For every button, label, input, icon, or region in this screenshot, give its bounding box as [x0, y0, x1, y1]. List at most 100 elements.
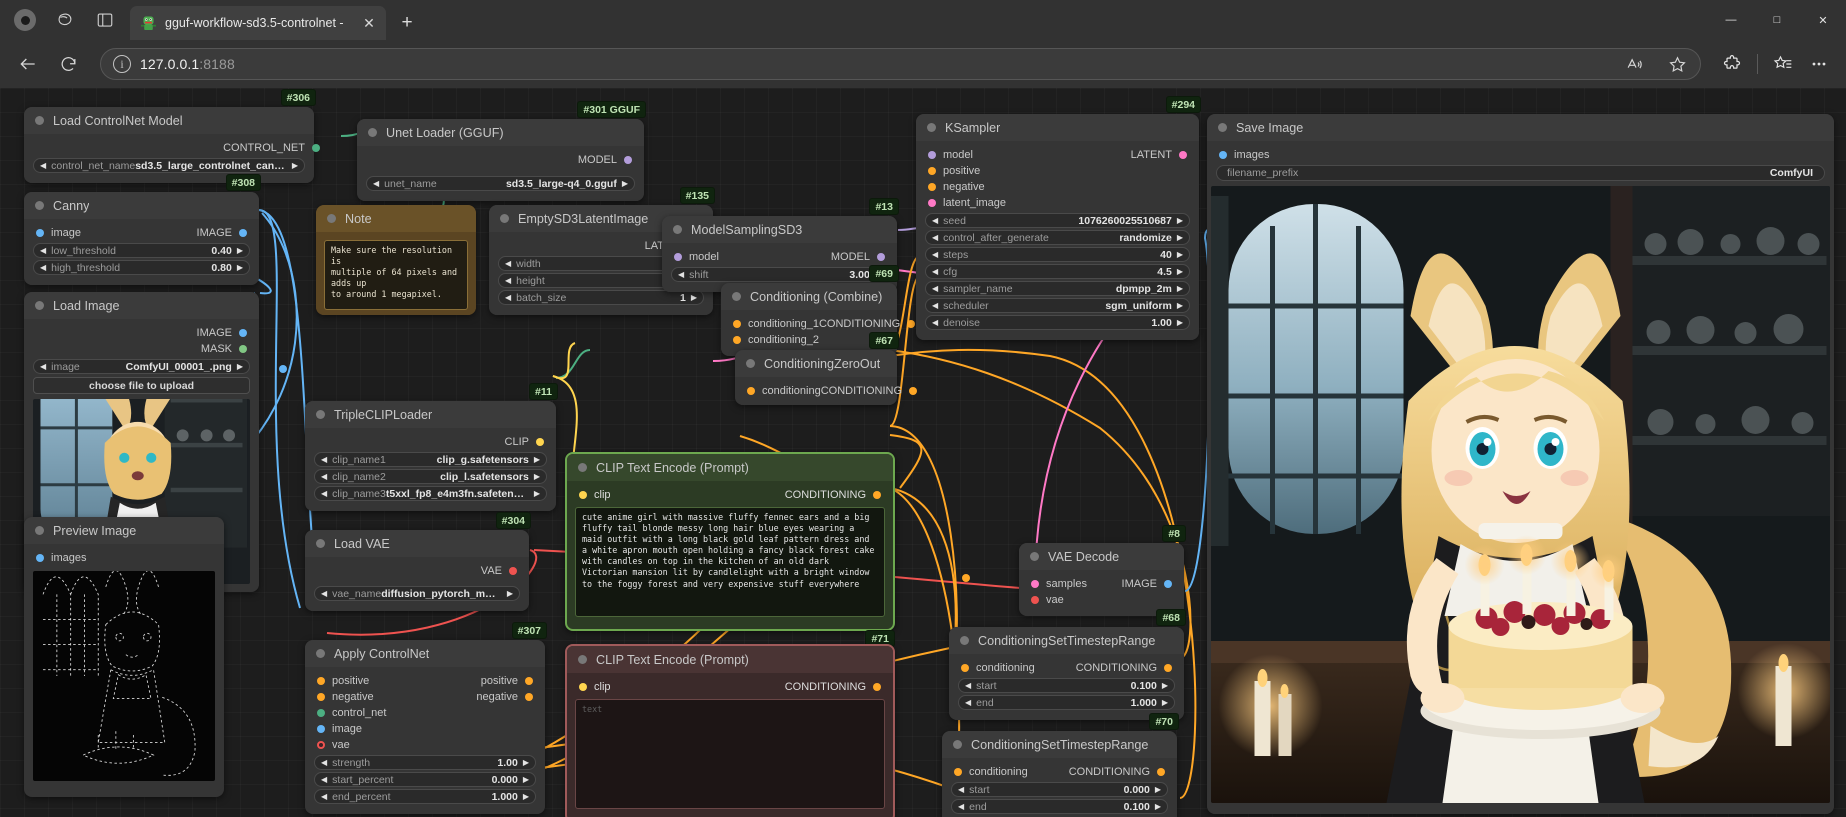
widget-cfg[interactable]: ◀ cfg 4.5 ▶: [925, 264, 1190, 279]
node-preview-image[interactable]: #309 Preview Image images: [24, 517, 224, 797]
collapse-dot-icon[interactable]: [500, 214, 509, 223]
widget-start[interactable]: ◀ start 0.000 ▶: [951, 782, 1168, 797]
widget-clip-name3[interactable]: ◀ clip_name3 t5xxl_fp8_e4m3fn.safetensor…: [314, 486, 547, 501]
node-header[interactable]: Load ControlNet Model: [24, 107, 314, 134]
node-save-image[interactable]: #305 Save Image images filename_prefix C…: [1207, 114, 1834, 814]
decrement-arrow-icon[interactable]: ◀: [932, 284, 938, 293]
increment-arrow-icon[interactable]: ▶: [1155, 802, 1161, 811]
increment-arrow-icon[interactable]: ▶: [1177, 233, 1183, 242]
decrement-arrow-icon[interactable]: ◀: [932, 267, 938, 276]
negative-input-port[interactable]: [317, 693, 325, 701]
positive-input-port[interactable]: [317, 677, 325, 685]
negative-prompt-textarea[interactable]: text: [575, 699, 885, 809]
decrement-arrow-icon[interactable]: ◀: [40, 161, 46, 170]
increment-arrow-icon[interactable]: ▶: [1155, 785, 1161, 794]
node-header[interactable]: TripleCLIPLoader: [305, 401, 556, 428]
decrement-arrow-icon[interactable]: ◀: [505, 293, 511, 302]
conditioning-output-port[interactable]: [873, 683, 881, 691]
collapse-dot-icon[interactable]: [578, 463, 587, 472]
widget-vae-name[interactable]: ◀ vae_name diffusion_pytorch_model.safe.…: [314, 586, 520, 601]
mask-output-port[interactable]: [239, 345, 247, 353]
settings-more-icon[interactable]: [1802, 48, 1836, 80]
decrement-arrow-icon[interactable]: ◀: [373, 179, 379, 188]
extensions-icon[interactable]: [1715, 48, 1749, 80]
node-header[interactable]: KSampler: [916, 114, 1199, 141]
conditioning-output-port[interactable]: [1164, 664, 1172, 672]
new-tab-button[interactable]: +: [392, 8, 422, 38]
decrement-arrow-icon[interactable]: ◀: [965, 681, 971, 690]
choose-file-to-upload-button[interactable]: choose file to upload: [33, 377, 250, 394]
decrement-arrow-icon[interactable]: ◀: [40, 362, 46, 371]
widget-image[interactable]: ◀ image ComfyUI_00001_.png ▶: [33, 359, 250, 374]
image-input-port[interactable]: [36, 229, 44, 237]
node-apply-controlnet[interactable]: #307 Apply ControlNet positive positive …: [305, 622, 547, 814]
widget-end[interactable]: ◀ end 1.000 ▶: [958, 695, 1175, 710]
image-output-port[interactable]: [1164, 580, 1172, 588]
increment-arrow-icon[interactable]: ▶: [534, 472, 540, 481]
collapse-dot-icon[interactable]: [673, 225, 682, 234]
node-header[interactable]: CLIP Text Encode (Prompt): [567, 454, 893, 481]
images-input-port[interactable]: [36, 554, 44, 562]
decrement-arrow-icon[interactable]: ◀: [321, 489, 327, 498]
collapse-dot-icon[interactable]: [316, 410, 325, 419]
node-header[interactable]: Note: [316, 205, 476, 232]
node-header[interactable]: Apply ControlNet: [305, 640, 545, 667]
conditioning-1-input-port[interactable]: [733, 320, 741, 328]
increment-arrow-icon[interactable]: ▶: [237, 263, 243, 272]
image-input-port[interactable]: [317, 725, 325, 733]
node-header[interactable]: Load VAE: [305, 530, 529, 557]
collections-icon[interactable]: [1766, 48, 1800, 80]
address-bar[interactable]: i 127.0.0.1:8188: [100, 48, 1701, 80]
node-conditioning-set-timestep-range-1[interactable]: #68 ConditioningSetTimestepRange conditi…: [949, 609, 1186, 720]
control-net-input-port[interactable]: [317, 709, 325, 717]
images-input-port[interactable]: [1219, 151, 1227, 159]
increment-arrow-icon[interactable]: ▶: [1177, 216, 1183, 225]
collapse-dot-icon[interactable]: [960, 636, 969, 645]
decrement-arrow-icon[interactable]: ◀: [678, 270, 684, 279]
widget-filename-prefix[interactable]: filename_prefix ComfyUI: [1216, 165, 1825, 181]
image-output-port[interactable]: [239, 329, 247, 337]
model-input-port[interactable]: [928, 151, 936, 159]
node-clip-text-encode-positive[interactable]: #71 CLIP Text Encode (Prompt) clip CONDI…: [565, 452, 895, 647]
node-load-vae[interactable]: #304 Load VAE VAE ◀ vae_name diffusion_p…: [305, 512, 531, 611]
tab-actions-icon[interactable]: [86, 3, 124, 37]
close-tab-icon[interactable]: ✕: [358, 12, 380, 34]
widget-start-percent[interactable]: ◀ start_percent 0.000 ▶: [314, 772, 536, 787]
latent-output-port[interactable]: [1179, 151, 1187, 159]
increment-arrow-icon[interactable]: ▶: [691, 293, 697, 302]
decrement-arrow-icon[interactable]: ◀: [958, 802, 964, 811]
clip-input-port[interactable]: [579, 683, 587, 691]
positive-input-port[interactable]: [928, 167, 936, 175]
increment-arrow-icon[interactable]: ▶: [1177, 301, 1183, 310]
node-canny[interactable]: #308 Canny image IMAGE ◀ low_threshold 0…: [24, 174, 261, 285]
widget-clip-name2[interactable]: ◀ clip_name2 clip_l.safetensors ▶: [314, 469, 547, 484]
increment-arrow-icon[interactable]: ▶: [1162, 681, 1168, 690]
vae-output-port[interactable]: [509, 567, 517, 575]
increment-arrow-icon[interactable]: ▶: [507, 589, 513, 598]
increment-arrow-icon[interactable]: ▶: [622, 179, 628, 188]
node-header[interactable]: Unet Loader (GGUF): [357, 119, 644, 146]
collapse-dot-icon[interactable]: [1030, 552, 1039, 561]
widget-control-after-generate[interactable]: ◀ control_after_generate randomize ▶: [925, 230, 1190, 245]
conditioning-input-port[interactable]: [747, 387, 755, 395]
widget-sampler-name[interactable]: ◀ sampler_name dpmpp_2m ▶: [925, 281, 1190, 296]
widget-start[interactable]: ◀ start 0.100 ▶: [958, 678, 1175, 693]
increment-arrow-icon[interactable]: ▶: [237, 362, 243, 371]
note-textarea[interactable]: Make sure the resolution is multiple of …: [324, 240, 468, 310]
node-header[interactable]: ConditioningSetTimestepRange: [949, 627, 1184, 654]
read-aloud-icon[interactable]: [1617, 48, 1651, 80]
positive-prompt-textarea[interactable]: cute anime girl with massive fluffy fenn…: [575, 507, 885, 617]
widget-end[interactable]: ◀ end 0.100 ▶: [951, 799, 1168, 814]
widget-clip-name1[interactable]: ◀ clip_name1 clip_g.safetensors ▶: [314, 452, 547, 467]
decrement-arrow-icon[interactable]: ◀: [958, 785, 964, 794]
decrement-arrow-icon[interactable]: ◀: [505, 276, 511, 285]
widget-unet-name[interactable]: ◀ unet_name sd3.5_large-q4_0.gguf ▶: [366, 176, 635, 191]
collapse-dot-icon[interactable]: [35, 526, 44, 535]
node-header[interactable]: Load Image: [24, 292, 259, 319]
node-header[interactable]: VAE Decode: [1019, 543, 1184, 570]
node-header[interactable]: Conditioning (Combine): [721, 283, 897, 310]
node-note[interactable]: Note Make sure the resolution is multipl…: [316, 205, 476, 315]
back-arrow-icon[interactable]: [10, 46, 46, 82]
widget-seed[interactable]: ◀ seed 1076260025510687 ▶: [925, 213, 1190, 228]
conditioning-output-port[interactable]: [873, 491, 881, 499]
